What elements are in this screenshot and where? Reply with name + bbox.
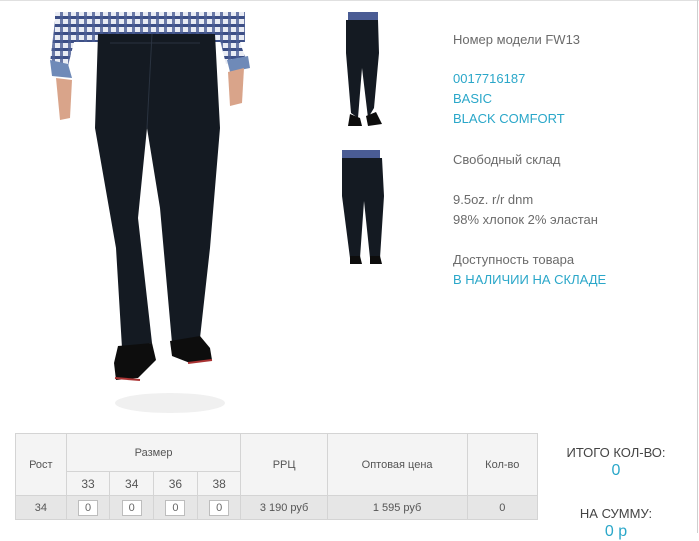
order-table: Рост Размер РРЦ Оптовая цена Кол-во 33 3…: [15, 433, 539, 520]
thumbnail-back-view[interactable]: [324, 146, 402, 271]
row-rrc-price: 3 190 руб: [240, 495, 328, 520]
page-border: [697, 0, 698, 533]
total-sum-label: НА СУММУ:: [579, 506, 653, 521]
order-totals: ИТОГО КОЛ-ВО: 0 НА СУММУ: 0 р: [560, 445, 672, 541]
size-33: 33: [65, 471, 111, 496]
row-quantity: 0: [466, 495, 539, 520]
header-rrc: РРЦ: [240, 433, 328, 496]
qty-input-size-36[interactable]: 0: [165, 499, 186, 516]
header-size: Размер: [65, 433, 242, 472]
row-wholesale-price: 1 595 руб: [326, 495, 468, 520]
fit-type: Свободный склад: [453, 152, 561, 167]
total-sum-value: 0 р: [604, 523, 628, 540]
total-count-label: ИТОГО КОЛ-ВО:: [566, 445, 666, 460]
availability-status: В НАЛИЧИИ НА СКЛАДЕ: [453, 272, 607, 287]
main-product-photo[interactable]: [20, 8, 275, 418]
product-color[interactable]: BLACK COMFORT: [453, 109, 693, 129]
availability-label: Доступность товара: [453, 252, 575, 267]
size-34: 34: [109, 471, 155, 496]
header-rost: Рост: [15, 433, 67, 496]
qty-input-size-38[interactable]: 0: [209, 499, 230, 516]
product-line[interactable]: BASIC: [453, 89, 693, 109]
header-quantity: Кол-во: [466, 433, 539, 496]
qty-input-size-34[interactable]: 0: [121, 499, 142, 516]
total-count-value: 0: [611, 462, 621, 479]
thumbnail-front-view[interactable]: [324, 8, 402, 133]
fabric-weight: 9.5oz. r/r dnm: [453, 192, 534, 207]
model-number: Номер модели FW13: [453, 32, 581, 47]
table-row: 34 0 0 0 0 3 190 руб 1 595 руб 0: [15, 495, 539, 520]
size-36: 36: [153, 471, 198, 496]
row-rost: 34: [15, 495, 67, 520]
article-number[interactable]: 0017716187: [453, 69, 693, 89]
size-38: 38: [196, 471, 242, 496]
product-info: Номер модели FW13 0017716187 BASIC BLACK…: [453, 30, 693, 290]
fabric-composition: 98% хлопок 2% эластан: [453, 212, 598, 227]
header-wholesale-price: Оптовая цена: [326, 433, 468, 496]
qty-input-size-33[interactable]: 0: [78, 499, 99, 516]
top-rule: [0, 0, 699, 1]
